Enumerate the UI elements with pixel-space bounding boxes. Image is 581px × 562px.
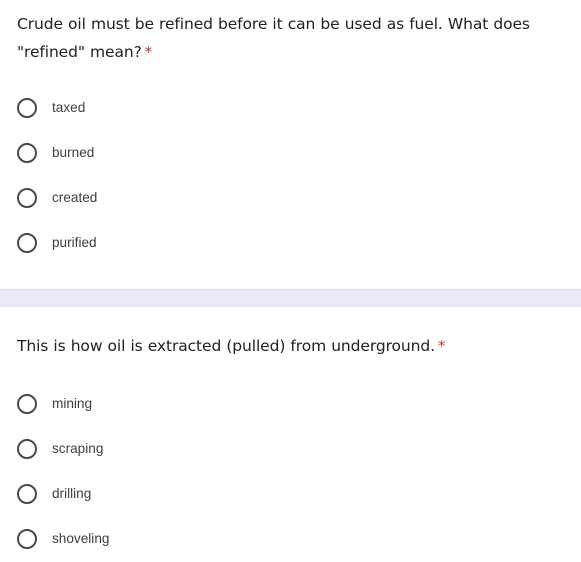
question-block-1: Crude oil must be refined before it can … — [0, 0, 581, 265]
option-row-created[interactable]: created — [0, 175, 581, 220]
radio-button-icon[interactable] — [17, 393, 37, 414]
option-row-shoveling[interactable]: shoveling — [0, 516, 581, 561]
option-label: created — [52, 189, 98, 205]
question-1-options: taxed burned created purified — [0, 85, 581, 265]
option-row-taxed[interactable]: taxed — [0, 85, 581, 130]
option-row-scraping[interactable]: scraping — [0, 426, 581, 471]
option-row-burned[interactable]: burned — [0, 130, 581, 175]
radio-button-icon[interactable] — [17, 483, 37, 504]
required-asterisk-1: * — [144, 43, 153, 61]
option-label: scraping — [52, 440, 104, 456]
question-block-2: This is how oil is extracted (pulled) fr… — [0, 307, 581, 561]
option-label: drilling — [52, 485, 92, 501]
quiz-form-page: Crude oil must be refined before it can … — [0, 0, 581, 562]
option-label: mining — [52, 395, 93, 411]
radio-button-icon[interactable] — [17, 232, 37, 253]
question-2-options: mining scraping drilling shoveling — [0, 381, 581, 561]
radio-button-icon[interactable] — [17, 97, 37, 118]
option-row-mining[interactable]: mining — [0, 381, 581, 426]
option-label: purified — [52, 234, 97, 250]
radio-button-icon[interactable] — [17, 142, 37, 163]
question-1-text: Crude oil must be refined before it can … — [17, 15, 530, 61]
radio-button-icon[interactable] — [17, 187, 37, 208]
question-2-text: This is how oil is extracted (pulled) fr… — [17, 337, 435, 355]
option-label: burned — [52, 144, 95, 160]
option-row-drilling[interactable]: drilling — [0, 471, 581, 516]
option-label: taxed — [52, 99, 86, 115]
radio-button-icon[interactable] — [17, 528, 37, 549]
question-1-title: Crude oil must be refined before it can … — [0, 0, 581, 66]
radio-button-icon[interactable] — [17, 438, 37, 459]
required-asterisk-2: * — [437, 337, 446, 355]
section-separator — [0, 289, 581, 307]
question-2-title: This is how oil is extracted (pulled) fr… — [0, 307, 581, 360]
option-label: shoveling — [52, 530, 110, 546]
option-row-purified[interactable]: purified — [0, 220, 581, 265]
